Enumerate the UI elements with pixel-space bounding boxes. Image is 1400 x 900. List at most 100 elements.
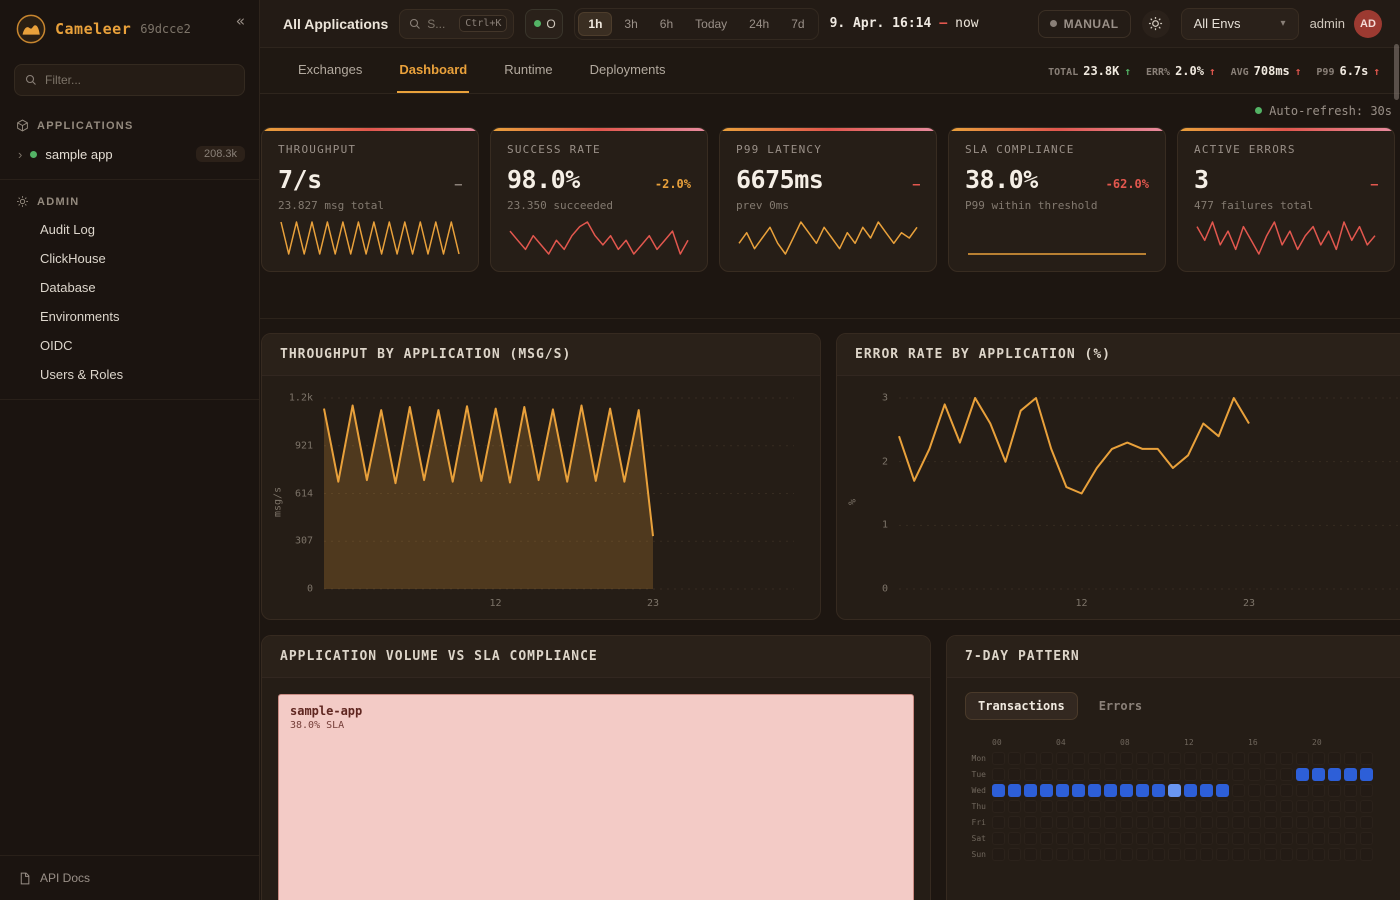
vertical-scrollbar-thumb[interactable]	[1394, 44, 1399, 100]
heatmap-cell[interactable]	[1248, 768, 1261, 781]
heatmap-cell[interactable]	[1328, 768, 1341, 781]
heatmap-cell[interactable]	[1296, 768, 1309, 781]
heatmap-cell[interactable]	[1360, 784, 1373, 797]
heatmap-cell[interactable]	[1200, 848, 1213, 861]
heatmap-cell[interactable]	[1184, 752, 1197, 765]
global-search[interactable]: Ctrl+K	[399, 9, 514, 39]
heatmap-cell[interactable]	[1184, 800, 1197, 813]
heatmap-cell[interactable]	[992, 784, 1005, 797]
heatmap-cell[interactable]	[1056, 784, 1069, 797]
heatmap-cell[interactable]	[1072, 816, 1085, 829]
heatmap-cell[interactable]	[1104, 768, 1117, 781]
heatmap-cell[interactable]	[1344, 832, 1357, 845]
heatmap-cell[interactable]	[1104, 832, 1117, 845]
heatmap-cell[interactable]	[1120, 752, 1133, 765]
heatmap-cell[interactable]	[1040, 784, 1053, 797]
sidebar-item-sample-app[interactable]: › sample app 208.3k	[0, 139, 259, 169]
heatmap-cell[interactable]	[1184, 832, 1197, 845]
heatmap-cell[interactable]	[1280, 832, 1293, 845]
heatmap-cell[interactable]	[1280, 768, 1293, 781]
heatmap-cell[interactable]	[1200, 784, 1213, 797]
heatmap-cell[interactable]	[1120, 816, 1133, 829]
heatmap-cell[interactable]	[1056, 832, 1069, 845]
heatmap-cell[interactable]	[1248, 848, 1261, 861]
heatmap-cell[interactable]	[1248, 752, 1261, 765]
heatmap-cell[interactable]	[1024, 800, 1037, 813]
heatmap-cell[interactable]	[1008, 848, 1021, 861]
heatmap-cell[interactable]	[1136, 768, 1149, 781]
sidebar-item-audit-log[interactable]: Audit Log	[0, 215, 259, 244]
heatmap-cell[interactable]	[1312, 752, 1325, 765]
heatmap-cell[interactable]	[1296, 848, 1309, 861]
heatmap-cell[interactable]	[1104, 816, 1117, 829]
heatmap-cell[interactable]	[1088, 752, 1101, 765]
heatmap-cell[interactable]	[1056, 816, 1069, 829]
heatmap-cell[interactable]	[1344, 768, 1357, 781]
heatmap-cell[interactable]	[1024, 768, 1037, 781]
heatmap-cell[interactable]	[1168, 832, 1181, 845]
heatmap-cell[interactable]	[1088, 816, 1101, 829]
heatmap-cell[interactable]	[1344, 784, 1357, 797]
heatmap-cell[interactable]	[1232, 816, 1245, 829]
heatmap-cell[interactable]	[1104, 800, 1117, 813]
tab-deployments[interactable]: Deployments	[588, 48, 668, 93]
heatmap-cell[interactable]	[1152, 784, 1165, 797]
heatmap-cell[interactable]	[1264, 848, 1277, 861]
heatmap-cell[interactable]	[1040, 816, 1053, 829]
heatmap-cell[interactable]	[1328, 800, 1341, 813]
heatmap-cell[interactable]	[1008, 768, 1021, 781]
heatmap-cell[interactable]	[1216, 800, 1229, 813]
user-menu[interactable]: admin AD	[1310, 10, 1382, 38]
heatmap-cell[interactable]	[1312, 832, 1325, 845]
sidebar-filter-input[interactable]	[45, 73, 234, 87]
heatmap-cell[interactable]	[1008, 800, 1021, 813]
heatmap-cell[interactable]	[1344, 752, 1357, 765]
heatmap-cell[interactable]	[1088, 768, 1101, 781]
heatmap-cell[interactable]	[1280, 800, 1293, 813]
heatmap-cell[interactable]	[1040, 800, 1053, 813]
online-status-pill[interactable]: O	[525, 9, 563, 39]
heatmap-cell[interactable]	[1056, 848, 1069, 861]
heatmap-cell[interactable]	[1168, 848, 1181, 861]
heatmap-cell[interactable]	[1024, 848, 1037, 861]
tab-dashboard[interactable]: Dashboard	[397, 48, 469, 93]
heatmap-cell[interactable]	[1360, 752, 1373, 765]
heatmap-cell[interactable]	[1072, 768, 1085, 781]
heatmap-cell[interactable]	[1232, 768, 1245, 781]
heatmap-cell[interactable]	[1088, 848, 1101, 861]
heatmap-cell[interactable]	[1136, 752, 1149, 765]
heatmap-cell[interactable]	[1232, 752, 1245, 765]
sidebar-collapse-button[interactable]: «	[236, 12, 245, 30]
heatmap-cell[interactable]	[1056, 752, 1069, 765]
heatmap-cell[interactable]	[1120, 832, 1133, 845]
heatmap-cell[interactable]	[1280, 816, 1293, 829]
heatmap-cell[interactable]	[1232, 848, 1245, 861]
heatmap-cell[interactable]	[1264, 752, 1277, 765]
heatmap-cell[interactable]	[1328, 848, 1341, 861]
heatmap-cell[interactable]	[1200, 768, 1213, 781]
heatmap-cell[interactable]	[1120, 848, 1133, 861]
range-button-3h[interactable]: 3h	[614, 12, 647, 36]
heatmap-cell[interactable]	[992, 816, 1005, 829]
heatmap-cell[interactable]	[1136, 800, 1149, 813]
heatmap-cell[interactable]	[1072, 752, 1085, 765]
heatmap-cell[interactable]	[1248, 832, 1261, 845]
heatmap-cell[interactable]	[1344, 848, 1357, 861]
heatmap-cell[interactable]	[1328, 832, 1341, 845]
heatmap-cell[interactable]	[1040, 832, 1053, 845]
heatmap-cell[interactable]	[992, 832, 1005, 845]
manual-refresh-button[interactable]: MANUAL	[1038, 10, 1131, 38]
heatmap-tab-errors[interactable]: Errors	[1086, 692, 1155, 720]
heatmap-cell[interactable]	[1232, 832, 1245, 845]
heatmap-cell[interactable]	[1312, 848, 1325, 861]
heatmap-cell[interactable]	[1248, 800, 1261, 813]
heatmap-cell[interactable]	[1296, 816, 1309, 829]
heatmap-cell[interactable]	[1344, 816, 1357, 829]
heatmap-tab-transactions[interactable]: Transactions	[965, 692, 1078, 720]
heatmap-cell[interactable]	[1136, 816, 1149, 829]
heatmap-cell[interactable]	[1232, 800, 1245, 813]
heatmap-cell[interactable]	[1008, 816, 1021, 829]
heatmap-cell[interactable]	[1248, 816, 1261, 829]
heatmap-cell[interactable]	[1200, 800, 1213, 813]
heatmap-cell[interactable]	[1088, 784, 1101, 797]
